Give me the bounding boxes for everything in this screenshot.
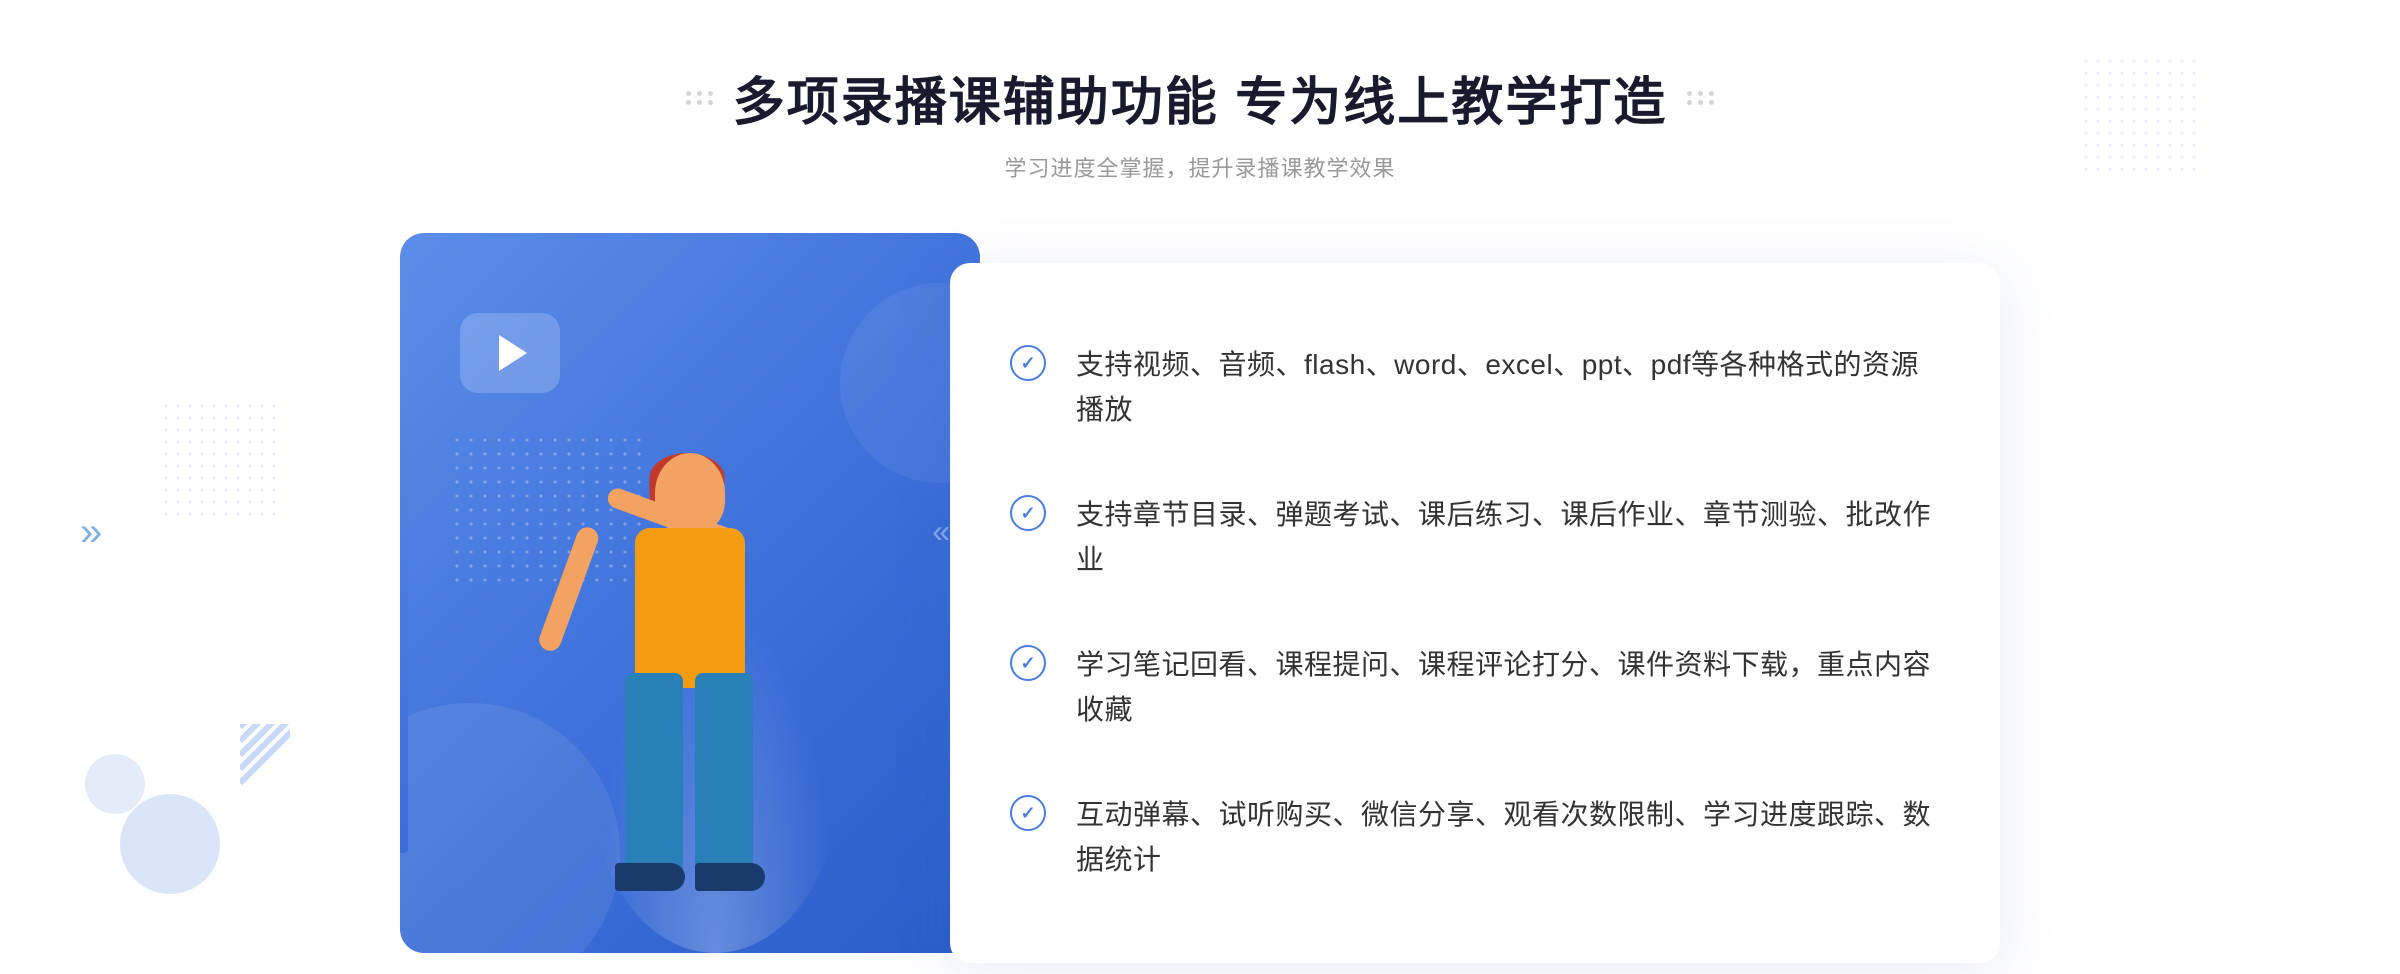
check-mark-2: ✓	[1020, 503, 1035, 524]
feature-item-1: ✓ 支持视频、音频、flash、word、excel、ppt、pdf等各种格式的…	[1010, 333, 1940, 443]
deco-circle-1	[120, 794, 220, 894]
person-torso	[635, 528, 745, 688]
person-figure	[530, 373, 850, 953]
deco-stripes	[240, 724, 290, 824]
feature-item-2: ✓ 支持章节目录、弹题考试、课后练习、课后作业、章节测验、批改作业	[1010, 483, 1940, 593]
illustration-panel: «	[400, 233, 980, 953]
dot-pattern-left	[160, 400, 280, 520]
check-mark-1: ✓	[1020, 353, 1035, 374]
header: 多项录播课辅助功能 专为线上教学打造 学习进度全掌握，提升录播课教学效果	[686, 60, 1714, 183]
check-icon-2: ✓	[1010, 495, 1046, 531]
person-pants-right	[695, 673, 753, 873]
feature-item-3: ✓ 学习笔记回看、课程提问、课程评论打分、课件资料下载，重点内容收藏	[1010, 633, 1940, 743]
deco-circle-2	[85, 754, 145, 814]
content-panel: ✓ 支持视频、音频、flash、word、excel、ppt、pdf等各种格式的…	[950, 263, 2000, 963]
check-icon-1: ✓	[1010, 345, 1046, 381]
feature-text-3: 学习笔记回看、课程提问、课程评论打分、课件资料下载，重点内容收藏	[1076, 643, 1940, 733]
page-wrapper: » 多项录播课辅助功能 专为线上教学打造	[0, 0, 2400, 974]
person-pants-left	[625, 673, 683, 873]
chevron-left-deco: »	[80, 510, 102, 555]
check-icon-4: ✓	[1010, 795, 1046, 831]
check-mark-4: ✓	[1020, 803, 1035, 824]
header-dots-left	[686, 91, 713, 105]
page-subtitle: 学习进度全掌握，提升录播课教学效果	[686, 151, 1714, 183]
feature-text-4: 互动弹幕、试听购买、微信分享、观看次数限制、学习进度跟踪、数据统计	[1076, 793, 1940, 883]
page-title: 多项录播课辅助功能 专为线上教学打造	[733, 60, 1667, 135]
play-icon	[499, 335, 527, 371]
panel-chevrons: «	[932, 513, 950, 550]
person-shoe-right	[695, 863, 765, 891]
feature-text-2: 支持章节目录、弹题考试、课后练习、课后作业、章节测验、批改作业	[1076, 493, 1940, 583]
header-title-row: 多项录播课辅助功能 专为线上教学打造	[686, 60, 1714, 135]
check-mark-3: ✓	[1020, 653, 1035, 674]
check-icon-3: ✓	[1010, 645, 1046, 681]
feature-item-4: ✓ 互动弹幕、试听购买、微信分享、观看次数限制、学习进度跟踪、数据统计	[1010, 783, 1940, 893]
dot-pattern-right	[2080, 55, 2200, 175]
feature-text-1: 支持视频、音频、flash、word、excel、ppt、pdf等各种格式的资源…	[1076, 343, 1940, 433]
person-shoe-left	[615, 863, 685, 891]
main-content: « ✓ 支持视频	[400, 213, 2000, 963]
person-arm-left	[536, 524, 601, 654]
header-dots-right	[1687, 91, 1714, 105]
panel-accent	[400, 273, 408, 853]
